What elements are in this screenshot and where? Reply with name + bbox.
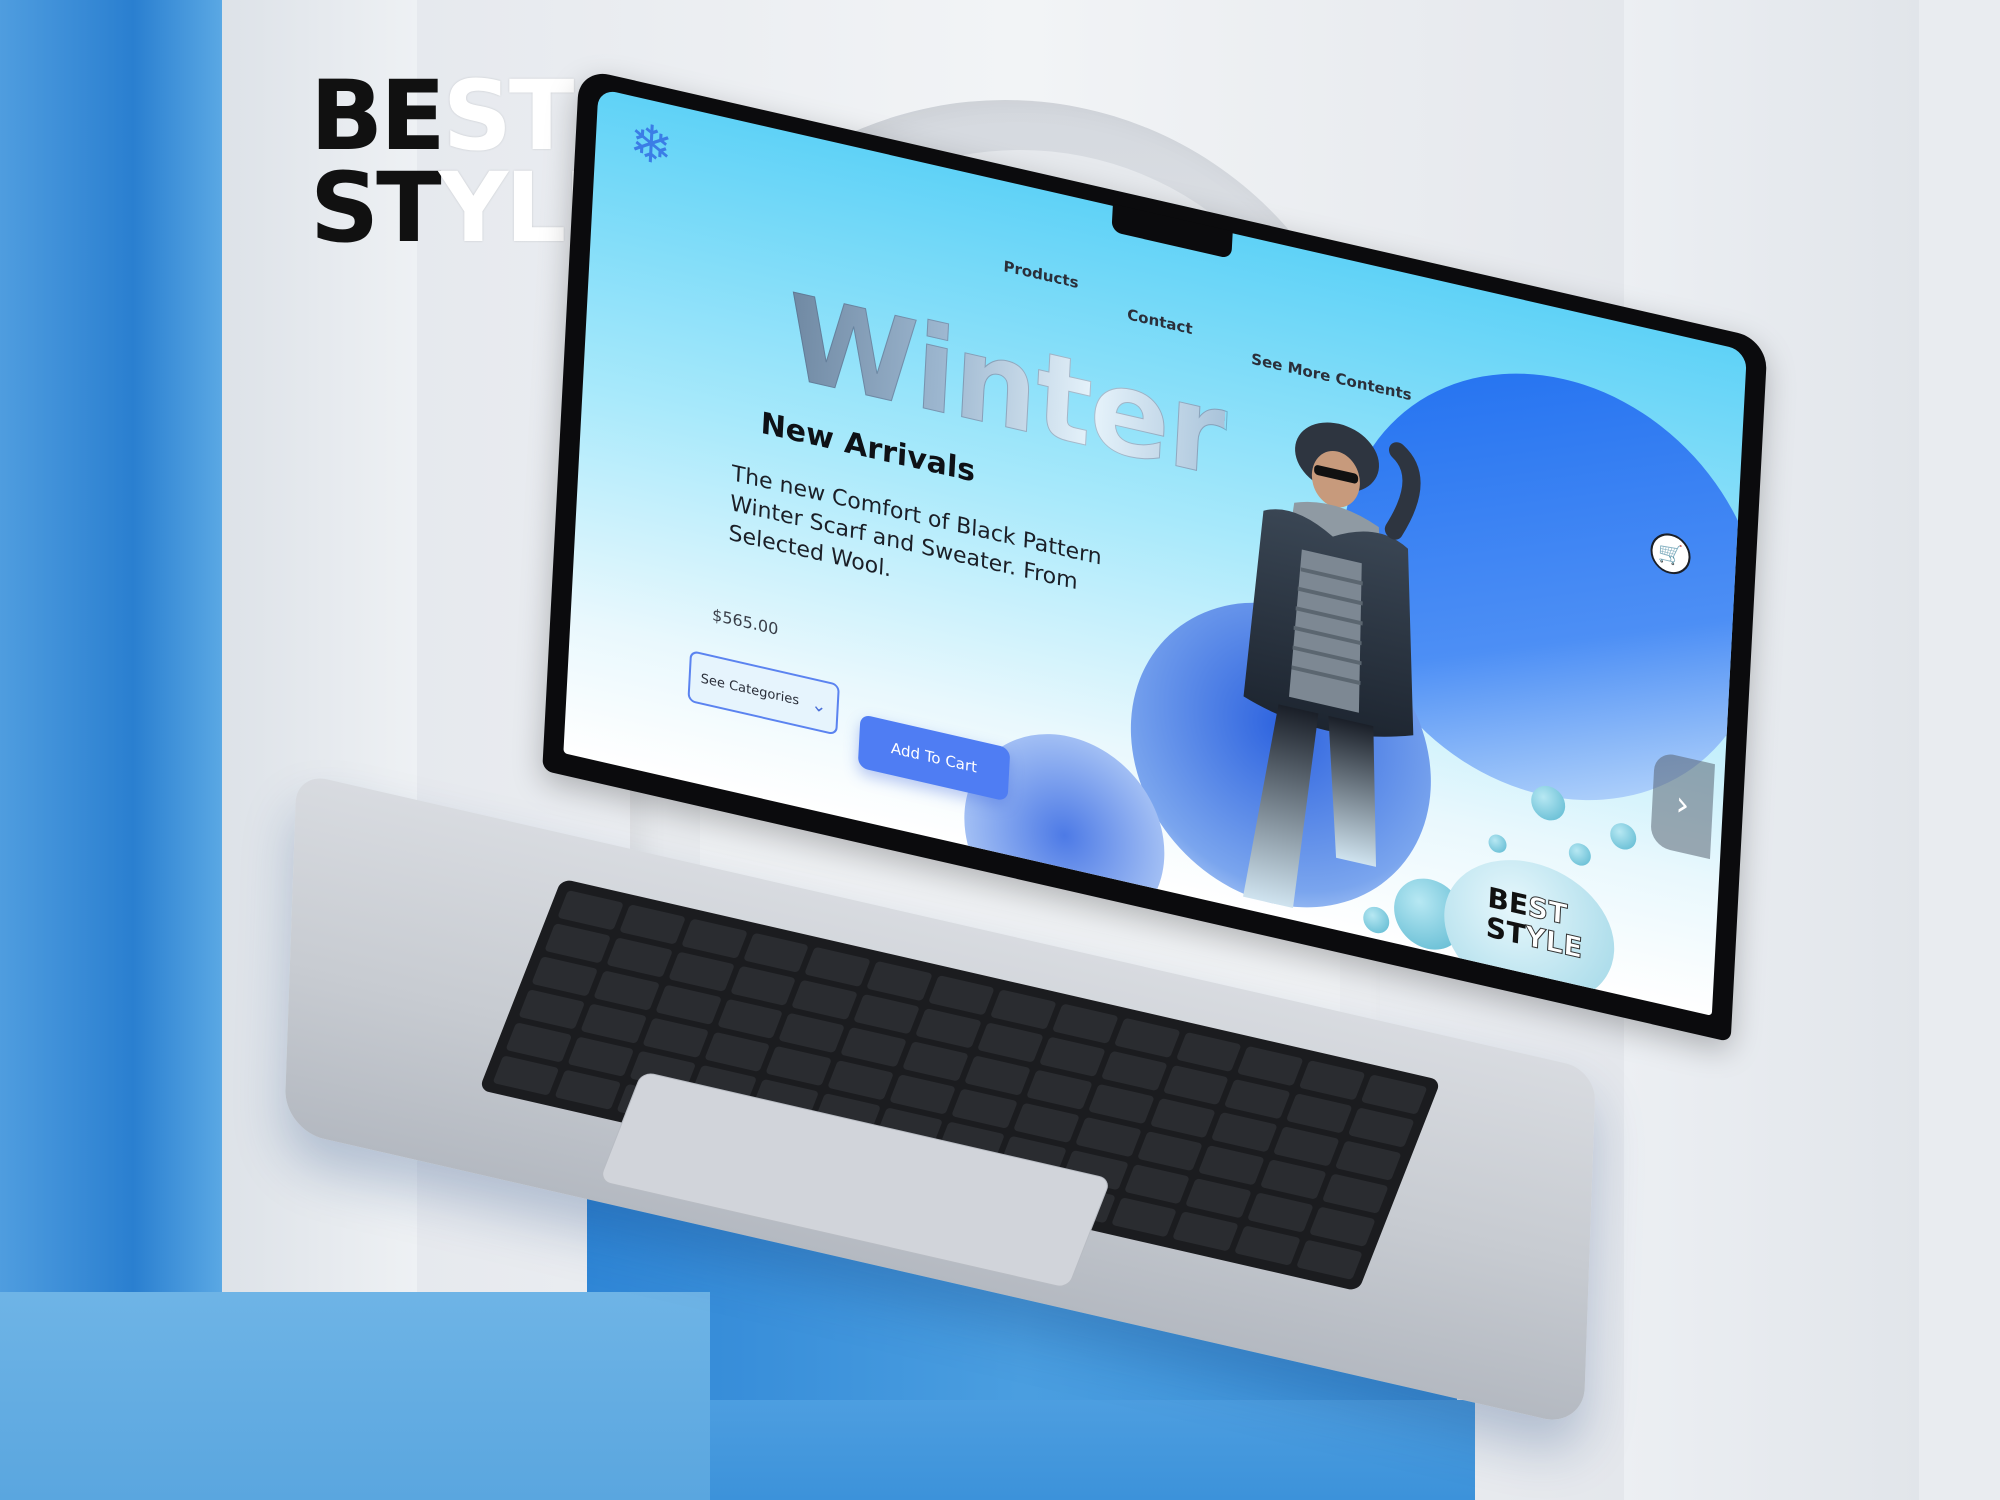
model-photo	[1243, 422, 1421, 909]
keyboard-key	[1224, 1079, 1291, 1120]
nav-link-products[interactable]: Products	[1003, 257, 1079, 292]
keyboard-key	[1260, 1159, 1327, 1200]
keyboard-key	[1012, 1102, 1080, 1143]
keyboard-key	[1347, 1107, 1415, 1148]
keyboard-key	[606, 937, 673, 978]
background-panel	[1919, 0, 2000, 1500]
keyboard-key	[804, 946, 872, 988]
keyboard-key	[580, 1003, 647, 1044]
keyboard-key	[1198, 1145, 1266, 1186]
keyboard-key	[1110, 1197, 1178, 1238]
keyboard-key	[593, 970, 660, 1011]
keyboard-key	[1234, 1225, 1301, 1266]
chevron-down-icon: ⌄	[810, 693, 828, 718]
product-description: The new Comfort of Black Pattern Winter …	[727, 461, 1103, 596]
keyboard-key	[1273, 1126, 1340, 1167]
keyboard-key	[1322, 1173, 1389, 1214]
keyboard-key	[1172, 1211, 1240, 1252]
brand-text: ST	[310, 152, 442, 264]
keyboard-key	[492, 1055, 560, 1096]
keyboard-key	[642, 1017, 709, 1058]
keyboard-key	[1087, 1083, 1155, 1125]
keyboard-key	[765, 1045, 833, 1087]
keyboard-key	[1136, 1130, 1204, 1172]
keyboard-key	[1038, 1036, 1106, 1077]
decorative-bubble	[1488, 832, 1507, 855]
keyboard-key	[866, 960, 933, 1002]
keyboard-key	[840, 1027, 908, 1068]
keyboard-key	[1162, 1064, 1230, 1106]
keyboard-key	[1296, 1239, 1363, 1280]
keyboard-key	[716, 998, 784, 1040]
keyboard-key	[1025, 1069, 1093, 1110]
keyboard-key	[703, 1031, 771, 1073]
category-select[interactable]: See Categories ⌄	[687, 649, 840, 736]
keyboard-key	[928, 975, 995, 1016]
keyboard-key	[742, 932, 810, 973]
keyboard-key	[1123, 1164, 1191, 1205]
decorative-bubble	[1609, 820, 1637, 853]
keyboard-key	[557, 890, 624, 931]
keyboard-key	[1309, 1206, 1376, 1247]
keyboard-key	[567, 1036, 634, 1077]
nav-link-contact[interactable]: Contact	[1127, 305, 1193, 338]
hero-title: Winter	[783, 267, 1228, 504]
keyboard-key	[554, 1069, 621, 1110]
keyboard-key	[1051, 1003, 1119, 1044]
category-select-label: See Categories	[700, 670, 800, 709]
keyboard-key	[889, 1074, 956, 1115]
keyboard-key	[964, 1055, 1031, 1096]
keyboard-key	[902, 1041, 969, 1082]
keyboard-key	[1360, 1074, 1428, 1115]
keyboard-key	[1113, 1017, 1181, 1058]
nav-link-see-more-contents[interactable]: See More Contents	[1251, 350, 1412, 404]
keyboard-key	[977, 1022, 1044, 1063]
pedestal-block	[710, 1400, 1475, 1500]
snowflake-icon[interactable]: ❄	[623, 111, 680, 180]
keyboard-key	[1185, 1178, 1253, 1219]
keyboard-key	[680, 918, 748, 959]
background-left-column	[0, 0, 222, 1500]
keyboard-key	[654, 984, 722, 1025]
keyboard-key	[518, 989, 585, 1030]
keyboard-key	[1237, 1045, 1304, 1087]
keyboard-key	[505, 1022, 573, 1063]
keyboard-key	[544, 923, 611, 964]
keyboard-key	[951, 1088, 1018, 1129]
chevron-right-icon[interactable]: ›	[1650, 750, 1715, 860]
keyboard-key	[1286, 1093, 1353, 1134]
keyboard-key	[667, 951, 735, 992]
keyboard-key	[1334, 1140, 1402, 1181]
keyboard-key	[778, 1012, 846, 1054]
keyboard-key	[1175, 1031, 1243, 1073]
keyboard-key	[1211, 1112, 1278, 1153]
pedestal-block	[0, 1292, 710, 1500]
keyboard-key	[1247, 1192, 1314, 1233]
keyboard-key	[619, 904, 686, 945]
keyboard-key	[915, 1008, 982, 1049]
keyboard-key	[531, 956, 598, 997]
keyboard-key	[1149, 1097, 1217, 1139]
keyboard-key	[1299, 1060, 1366, 1101]
keyboard-key	[1100, 1050, 1168, 1092]
keyboard-key	[853, 993, 920, 1035]
decorative-bubble	[1568, 841, 1592, 868]
keyboard-key	[1074, 1116, 1142, 1158]
product-price: $565.00	[711, 605, 779, 639]
keyboard-key	[827, 1060, 895, 1101]
keyboard-key	[791, 979, 859, 1021]
keyboard-key	[989, 989, 1057, 1030]
add-to-cart-button[interactable]: Add To Cart	[857, 713, 1011, 802]
keyboard-key	[729, 965, 797, 1006]
